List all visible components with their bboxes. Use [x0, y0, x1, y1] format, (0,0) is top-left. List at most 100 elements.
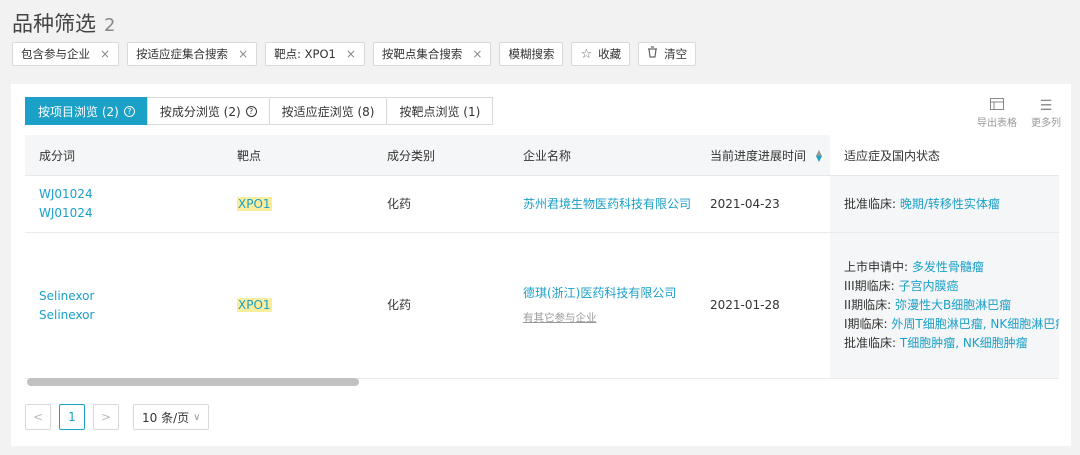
date-cell: 2021-01-28 — [696, 232, 830, 379]
column-header-target[interactable]: 靶点 — [223, 135, 373, 176]
ingredient-link[interactable]: WJ01024 — [39, 204, 223, 223]
other-companies-link[interactable]: 有其它参与企业 — [523, 309, 696, 328]
horizontal-scrollbar[interactable] — [25, 376, 1059, 388]
indication-link[interactable]: T细胞肿瘤, NK细胞肿瘤 — [900, 336, 1028, 350]
indication-link[interactable]: 多发性骨髓瘤 — [912, 260, 984, 274]
status-phase: 批准临床: — [844, 196, 897, 211]
status-line: 批准临床: 晚期/转移性实体瘤 — [844, 195, 1059, 214]
filter-chip-bar: 包含参与企业 × 按适应症集合搜索 × 靶点: XPO1 × 按靶点集合搜索 ×… — [12, 42, 697, 66]
table-icon — [990, 98, 1004, 114]
status-line: 批准临床: T细胞肿瘤, NK细胞肿瘤 — [844, 334, 1059, 353]
close-icon[interactable]: × — [100, 47, 110, 61]
sort-icon[interactable]: ▲ ▼ — [816, 149, 822, 163]
status-line: 上市申请中: 多发性骨髓瘤 — [844, 258, 1059, 277]
export-table-button[interactable]: 导出表格 — [977, 98, 1017, 129]
ingredient-link[interactable]: WJ01024 — [39, 185, 223, 204]
category-cell: 化药 — [373, 175, 509, 233]
table-row: Selinexor Selinexor XPO1 化药 德琪(浙江)医药科技有限… — [25, 232, 1059, 379]
help-icon[interactable]: ? — [123, 105, 135, 117]
chevron-down-icon: ∨ — [193, 411, 201, 423]
company-link[interactable]: 苏州君境生物医药科技有限公司 — [523, 195, 696, 214]
result-count: 2 — [104, 15, 116, 36]
column-header-indication-status[interactable]: 适应症及国内状态 — [830, 135, 1059, 176]
chip-label: 按适应症集合搜索 — [136, 47, 229, 61]
chip-label: 收藏 — [598, 47, 622, 61]
tab-label: 按靶点浏览 (1) — [399, 104, 481, 119]
column-header-progress-date[interactable]: 当前进度进展时间 ▲ ▼ — [696, 135, 830, 176]
more-columns-button[interactable]: ☰ 更多列 — [1031, 98, 1061, 129]
tab-by-indication[interactable]: 按适应症浏览 (8) — [268, 97, 388, 125]
status-line: II期临床: 弥漫性大B细胞淋巴瘤 — [844, 296, 1059, 315]
scrollbar-thumb[interactable] — [27, 378, 359, 386]
target-cell: XPO1 — [223, 175, 373, 233]
status-line: I期临床: 外周T细胞淋巴瘤, NK细胞淋巴瘤 — [844, 315, 1059, 334]
column-header-category[interactable]: 成分类别 — [373, 135, 509, 176]
close-icon[interactable]: × — [346, 47, 356, 61]
next-page-button[interactable]: > — [93, 404, 119, 430]
date-cell: 2021-04-23 — [696, 175, 830, 233]
filter-chip-include-companies[interactable]: 包含参与企业 × — [12, 42, 120, 66]
tab-by-ingredient[interactable]: 按成分浏览 (2) ? — [146, 97, 270, 125]
close-icon[interactable]: × — [238, 47, 248, 61]
column-header-company[interactable]: 企业名称 — [509, 135, 696, 176]
ingredient-cell: Selinexor Selinexor — [25, 232, 223, 379]
chip-label: 模糊搜索 — [508, 47, 555, 61]
clear-button[interactable]: 清空 — [638, 42, 697, 66]
table-header-row: 成分词 靶点 成分类别 企业名称 当前进度进展时间 ▲ ▼ 适应症及国内状态 — [25, 135, 1059, 176]
fuzzy-search-button[interactable]: 模糊搜索 — [499, 42, 564, 66]
indication-link[interactable]: 弥漫性大B细胞淋巴瘤 — [895, 298, 1011, 312]
results-table: 成分词 靶点 成分类别 企业名称 当前进度进展时间 ▲ ▼ 适应症及国内状态 WJ… — [25, 135, 1059, 379]
page-button-current[interactable]: 1 — [59, 404, 85, 430]
indication-status-cell: 上市申请中: 多发性骨髓瘤 III期临床: 子宫内膜癌 II期临床: 弥漫性大B… — [830, 232, 1059, 379]
status-phase: 上市申请中: — [844, 260, 909, 274]
page-title: 品种筛选 — [12, 12, 96, 36]
indication-link[interactable]: 子宫内膜癌 — [899, 279, 959, 293]
status-phase: I期临床: — [844, 317, 888, 331]
table-tools: 导出表格 ☰ 更多列 — [977, 98, 1061, 129]
view-tabs: 按项目浏览 (2) ? 按成分浏览 (2) ? 按适应症浏览 (8) 按靶点浏览… — [25, 97, 494, 125]
tab-label: 按项目浏览 (2) — [38, 104, 119, 119]
export-label: 导出表格 — [977, 118, 1017, 129]
ingredient-link[interactable]: Selinexor — [39, 287, 223, 306]
list-icon: ☰ — [1039, 98, 1053, 114]
company-cell: 苏州君境生物医药科技有限公司 — [509, 175, 696, 233]
filter-chip-target-set[interactable]: 按靶点集合搜索 × — [372, 42, 492, 66]
status-line: III期临床: 子宫内膜癌 — [844, 277, 1059, 296]
tab-label: 按适应症浏览 (8) — [281, 104, 375, 119]
company-link[interactable]: 德琪(浙江)医药科技有限公司 — [523, 284, 696, 303]
help-icon[interactable]: ? — [245, 105, 257, 117]
chip-label: 按靶点集合搜索 — [381, 47, 463, 61]
column-header-label: 当前进度进展时间 — [710, 148, 807, 163]
indication-link[interactable]: 晚期/转移性实体瘤 — [900, 197, 1000, 211]
star-icon: ☆ — [580, 46, 593, 62]
indication-link[interactable]: 外周T细胞淋巴瘤, NK细胞淋巴瘤 — [891, 317, 1059, 331]
results-table-wrapper: 成分词 靶点 成分类别 企业名称 当前进度进展时间 ▲ ▼ 适应症及国内状态 WJ… — [25, 135, 1059, 385]
tab-by-target[interactable]: 按靶点浏览 (1) — [386, 97, 494, 125]
filter-chip-target[interactable]: 靶点: XPO1 × — [265, 42, 365, 66]
tab-by-project[interactable]: 按项目浏览 (2) ? — [25, 97, 148, 125]
status-phase: II期临床: — [844, 298, 892, 312]
page-header: 品种筛选 2 — [12, 8, 115, 36]
ingredient-cell: WJ01024 WJ01024 — [25, 175, 223, 233]
pagination: < 1 > 10 条/页 ∨ — [25, 404, 210, 430]
ingredient-link[interactable]: Selinexor — [39, 306, 223, 325]
favorite-button[interactable]: ☆ 收藏 — [571, 42, 631, 66]
target-link[interactable]: XPO1 — [237, 196, 272, 211]
page-size-label: 10 条/页 — [142, 410, 190, 425]
filter-chip-indication-set[interactable]: 按适应症集合搜索 × — [127, 42, 258, 66]
column-header-ingredient[interactable]: 成分词 — [25, 135, 223, 176]
status-phase: III期临床: — [844, 279, 895, 293]
target-link[interactable]: XPO1 — [237, 298, 272, 312]
chip-label: 包含参与企业 — [21, 47, 90, 61]
results-panel: 按项目浏览 (2) ? 按成分浏览 (2) ? 按适应症浏览 (8) 按靶点浏览… — [11, 84, 1071, 446]
category-cell: 化药 — [373, 232, 509, 379]
close-icon[interactable]: × — [472, 47, 482, 61]
table-row: WJ01024 WJ01024 XPO1 化药 苏州君境生物医药科技有限公司 2… — [25, 175, 1059, 233]
more-label: 更多列 — [1031, 118, 1061, 129]
status-phase: 批准临床: — [844, 336, 897, 350]
indication-status-cell: 批准临床: 晚期/转移性实体瘤 — [830, 175, 1059, 233]
prev-page-button[interactable]: < — [25, 404, 51, 430]
page-size-select[interactable]: 10 条/页 ∨ — [133, 404, 210, 430]
target-cell: XPO1 — [223, 232, 373, 379]
tab-label: 按成分浏览 (2) — [159, 104, 241, 119]
